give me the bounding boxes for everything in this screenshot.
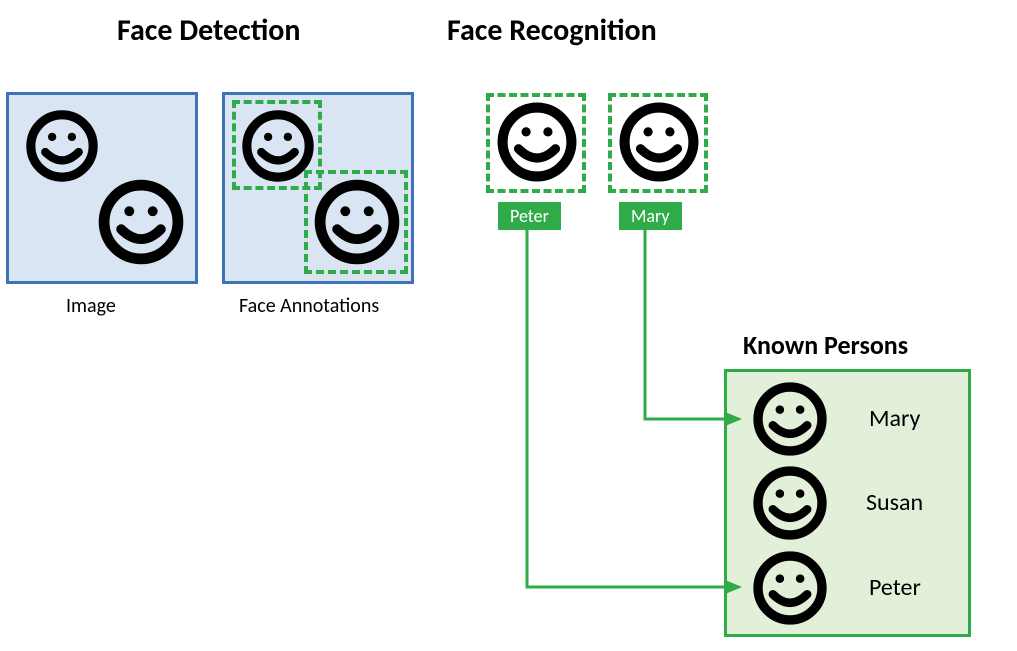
arrow-mary <box>0 0 1017 651</box>
